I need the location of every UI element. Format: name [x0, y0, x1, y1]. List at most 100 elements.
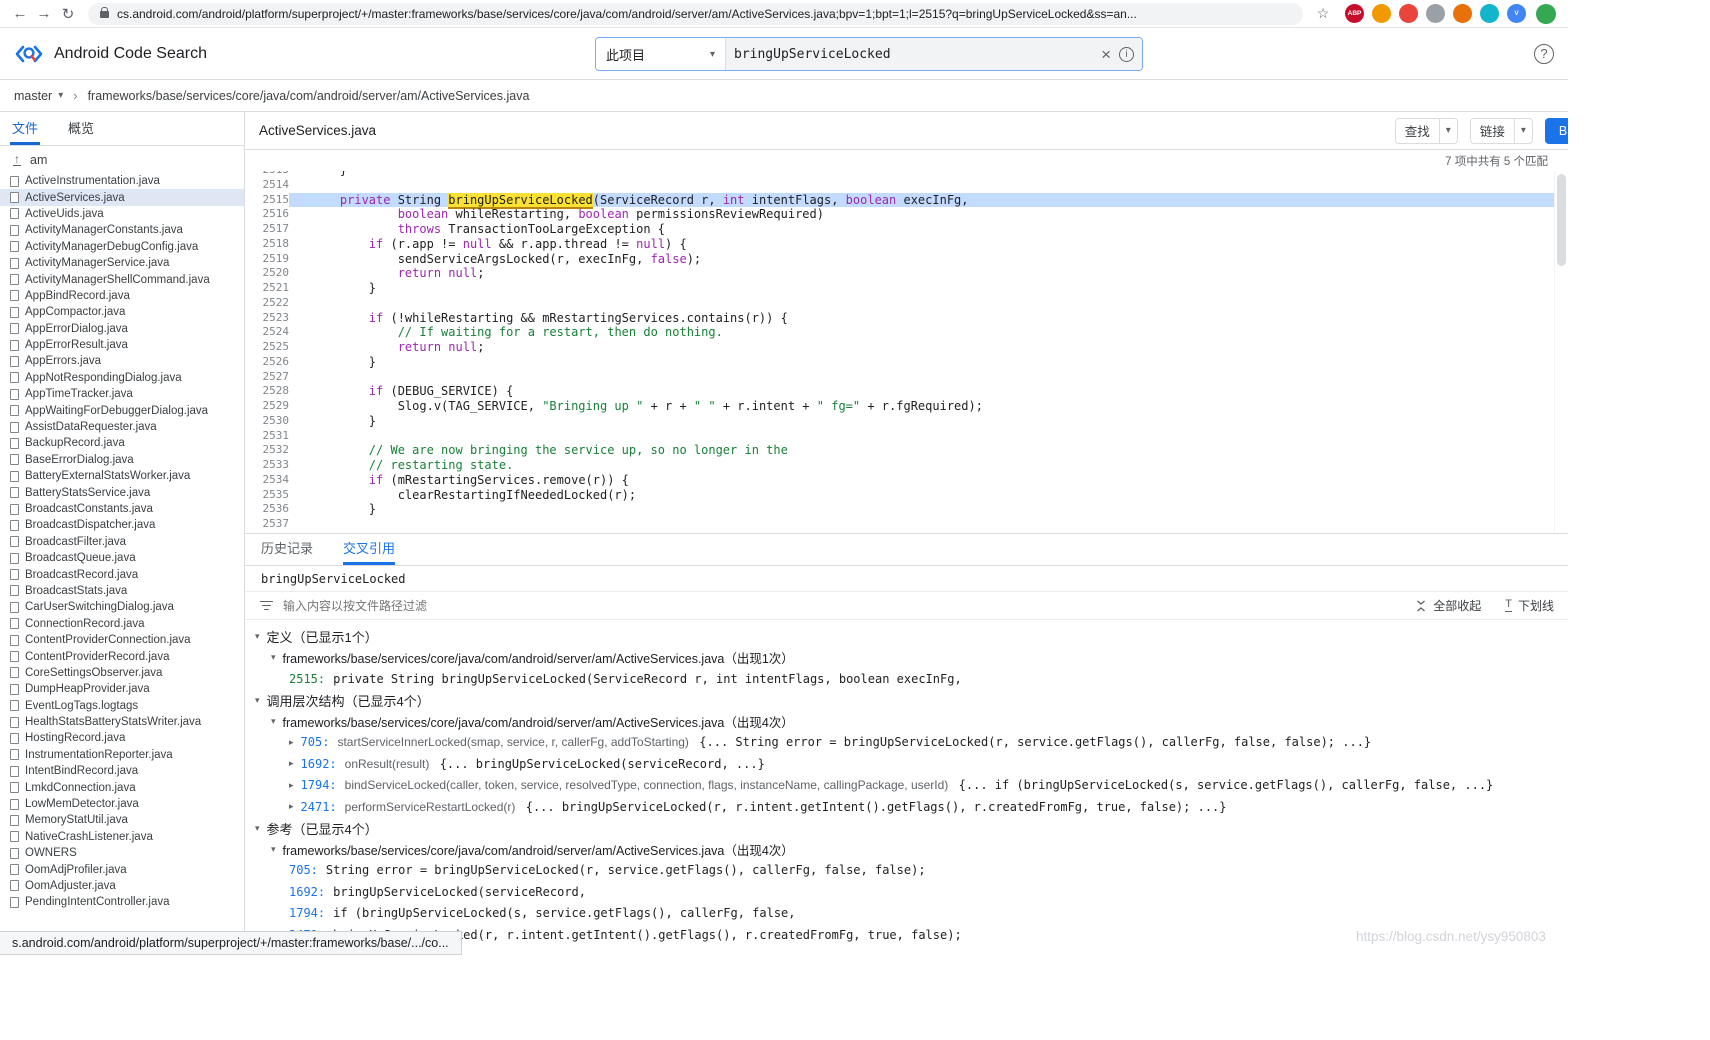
file-item[interactable]: AppErrors.java [0, 353, 244, 369]
file-item[interactable]: AppErrorDialog.java [0, 321, 244, 337]
xref-result[interactable]: ▸ 1794: bindServiceLocked(caller, token, s… [245, 775, 1568, 797]
line-number[interactable]: 2530 [245, 414, 290, 429]
palette-extension-icon[interactable] [1426, 4, 1445, 23]
file-item[interactable]: ActiveInstrumentation.java [0, 173, 244, 189]
file-item[interactable]: AppTimeTracker.java [0, 386, 244, 402]
line-number[interactable]: 2517 [245, 222, 290, 237]
profile-extension-icon[interactable] [1372, 4, 1391, 23]
xref-file-row[interactable]: ▾ frameworks/base/services/core/java/com/… [245, 839, 1568, 860]
result-line-number[interactable]: 2515: [289, 672, 325, 686]
file-item[interactable]: OomAdjProfiler.java [0, 861, 244, 877]
xref-filter-input[interactable] [283, 598, 1392, 613]
result-line-number[interactable]: 1794: [289, 906, 325, 920]
clear-search-icon[interactable]: × [1101, 46, 1111, 63]
line-number[interactable]: 2528 [245, 384, 290, 399]
file-item[interactable]: BroadcastFilter.java [0, 534, 244, 550]
file-item[interactable]: BatteryStatsService.java [0, 484, 244, 500]
xref-result[interactable]: ▸ 2471: performServiceRestartLocked(r) {..… [245, 796, 1568, 818]
file-item[interactable]: ActiveUids.java [0, 206, 244, 222]
xref-result[interactable]: 1692: bringUpServiceLocked(serviceRecord, [245, 881, 1568, 903]
line-number[interactable]: 2534 [245, 473, 290, 488]
code-line[interactable]: 2518 if (r.app != null && r.app.thread !… [245, 237, 1554, 252]
file-item[interactable]: ActivityManagerService.java [0, 255, 244, 271]
code-line[interactable]: 2524 // If waiting for a restart, then d… [245, 325, 1554, 340]
chevron-down-icon[interactable]: ▾ [1513, 118, 1532, 143]
code-line[interactable]: 2520 return null; [245, 266, 1554, 281]
line-number[interactable]: 2536 [245, 502, 290, 517]
code-editor[interactable]: 2513 }25142515 private String bringUpSer… [245, 171, 1568, 533]
file-item[interactable]: LmkdConnection.java [0, 779, 244, 795]
code-line[interactable]: 2534 if (mRestartingServices.remove(r)) … [245, 473, 1554, 488]
file-item[interactable]: BroadcastStats.java [0, 583, 244, 599]
line-number[interactable]: 2520 [245, 266, 290, 281]
code-scrollbar[interactable] [1554, 171, 1568, 533]
code-line[interactable]: 2528 if (DEBUG_SERVICE) { [245, 384, 1554, 399]
line-number[interactable]: 2527 [245, 370, 290, 385]
code-line[interactable]: 2530 } [245, 414, 1554, 429]
file-item[interactable]: BroadcastQueue.java [0, 550, 244, 566]
code-line[interactable]: 2533 // restarting state. [245, 458, 1554, 473]
file-item[interactable]: AppErrorResult.java [0, 337, 244, 353]
waves-extension-icon[interactable] [1480, 4, 1499, 23]
xref-result[interactable]: ▸ 1692: onResult(result) {... bringUpServi… [245, 753, 1568, 775]
expand-triangle-icon[interactable]: ▸ [289, 780, 294, 791]
code-line[interactable]: 2514 [245, 178, 1554, 193]
tab-overview[interactable]: 概览 [66, 118, 96, 145]
blame-button[interactable]: Bl [1544, 117, 1568, 144]
code-line[interactable]: 2517 throws TransactionTooLargeException… [245, 222, 1554, 237]
line-number[interactable]: 2515 [245, 193, 290, 208]
file-item[interactable]: BroadcastConstants.java [0, 501, 244, 517]
code-line[interactable]: 2522 [245, 296, 1554, 311]
file-item[interactable]: BatteryExternalStatsWorker.java [0, 468, 244, 484]
line-number[interactable]: 2523 [245, 311, 290, 326]
code-line[interactable]: 2531 [245, 429, 1554, 444]
v-extension-icon[interactable]: V [1507, 4, 1526, 23]
xref-result[interactable]: 705: String error = bringUpServiceLocked(… [245, 860, 1568, 882]
search-scope-dropdown[interactable]: 此项目 ▾ [596, 38, 726, 70]
file-item[interactable]: NativeCrashListener.java [0, 829, 244, 845]
line-number[interactable]: 2521 [245, 281, 290, 296]
file-item[interactable]: AppWaitingForDebuggerDialog.java [0, 402, 244, 418]
line-number[interactable]: 2525 [245, 340, 290, 355]
file-item[interactable]: PendingIntentController.java [0, 894, 244, 910]
line-number[interactable]: 2532 [245, 443, 290, 458]
file-item[interactable]: EventLogTags.logtags [0, 698, 244, 714]
file-item[interactable]: BroadcastRecord.java [0, 566, 244, 582]
file-item[interactable]: AppBindRecord.java [0, 288, 244, 304]
tab-history[interactable]: 历史记录 [261, 538, 313, 565]
result-line-number[interactable]: 705: [289, 863, 318, 877]
file-item[interactable]: AppNotRespondingDialog.java [0, 370, 244, 386]
file-item[interactable]: BackupRecord.java [0, 435, 244, 451]
result-line-number[interactable]: 705: [301, 735, 330, 749]
file-item[interactable]: AssistDataRequester.java [0, 419, 244, 435]
expand-triangle-icon[interactable]: ▸ [289, 758, 294, 769]
file-item[interactable]: IntentBindRecord.java [0, 763, 244, 779]
code-line[interactable]: 2519 sendServiceArgsLocked(r, execInFg, … [245, 252, 1554, 267]
line-number[interactable]: 2529 [245, 399, 290, 414]
lock-icon[interactable] [100, 7, 109, 18]
line-number[interactable]: 2533 [245, 458, 290, 473]
profile-avatar[interactable] [1536, 3, 1556, 24]
address-bar[interactable]: cs.android.com/android/platform/superpro… [88, 2, 1303, 25]
line-number[interactable]: 2518 [245, 237, 290, 252]
xref-section-header[interactable]: ▾ 参考（已显示4个） [245, 818, 1568, 839]
code-line[interactable]: 2525 return null; [245, 340, 1554, 355]
xref-section-header[interactable]: ▾ 定义（已显示1个） [245, 626, 1568, 647]
tab-files[interactable]: 文件 [10, 118, 41, 145]
xref-result[interactable]: 1794: if (bringUpServiceLocked(s, service… [245, 903, 1568, 925]
file-item[interactable]: ActivityManagerShellCommand.java [0, 271, 244, 287]
help-icon[interactable]: ? [1534, 43, 1554, 64]
file-item[interactable]: HostingRecord.java [0, 730, 244, 746]
branch-selector[interactable]: master ▾ [14, 89, 63, 103]
file-item[interactable]: CarUserSwitchingDialog.java [0, 599, 244, 615]
forward-icon[interactable]: → [32, 5, 56, 22]
file-item[interactable]: BroadcastDispatcher.java [0, 517, 244, 533]
code-line[interactable]: 2529 Slog.v(TAG_SERVICE, "Bringing up " … [245, 399, 1554, 414]
result-line-number[interactable]: 1692: [301, 757, 337, 771]
line-number[interactable]: 2513 [245, 171, 290, 178]
file-item[interactable]: CoreSettingsObserver.java [0, 665, 244, 681]
parent-directory-row[interactable]: ↑ am [0, 146, 244, 173]
line-number[interactable]: 2524 [245, 325, 290, 340]
file-item[interactable]: HealthStatsBatteryStatsWriter.java [0, 714, 244, 730]
scrollbar-thumb[interactable] [1557, 174, 1566, 266]
